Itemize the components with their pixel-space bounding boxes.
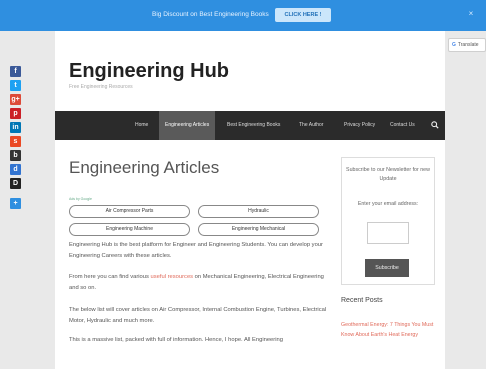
google-plus-icon[interactable]: g+ — [10, 94, 21, 105]
main-nav: Home Engineering Articles Best Engineeri… — [55, 111, 445, 140]
resources-text-start: From here you can find various — [69, 274, 151, 280]
nav-item-contact-us[interactable]: Contact Us — [390, 111, 415, 140]
buffer-icon[interactable]: b — [10, 150, 21, 161]
intro-paragraph: Engineering Hub is the best platform for… — [69, 242, 323, 259]
resources-paragraph: From here you can find various useful re… — [69, 272, 327, 293]
ad-link-air-compressor-parts[interactable]: Air Compressor Parts — [69, 205, 190, 218]
newsletter-title: Subscribe to our Newsletter for new Upda… — [346, 167, 430, 182]
email-field[interactable] — [367, 222, 409, 244]
nav-item-the-author[interactable]: The Author — [299, 111, 323, 140]
promo-text: Big Discount on Best Engineering Books — [152, 11, 269, 18]
site-container: Engineering Hub Free Engineering Resourc… — [55, 31, 445, 369]
massive-list-paragraph: This is a massive list, packed with full… — [69, 337, 283, 343]
more-share-icon[interactable]: + — [10, 198, 21, 209]
site-title[interactable]: Engineering Hub — [69, 60, 229, 83]
site-description: Free Engineering Resources — [69, 84, 133, 90]
useful-resources-link[interactable]: useful resources — [151, 274, 194, 280]
search-icon[interactable] — [431, 121, 439, 129]
ad-link-engineering-mechanical[interactable]: Engineering Mechanical — [198, 223, 319, 236]
newsletter-widget: Subscribe to our Newsletter for new Upda… — [341, 157, 435, 285]
page-title: Engineering Articles — [69, 158, 220, 177]
email-label: Enter your email address: — [357, 201, 419, 207]
promo-button[interactable]: CLICK HERE ! — [275, 8, 331, 22]
recent-posts-list: Geothermal Energy: 7 Things You Must Kno… — [341, 321, 437, 340]
pinterest-icon[interactable]: p — [10, 108, 21, 119]
social-share-bar: f t g+ p in s b d D + — [10, 66, 22, 212]
search-credit: Ads by Google — [69, 197, 92, 201]
ad-link-engineering-machine[interactable]: Engineering Machine — [69, 223, 190, 236]
nav-item-engineering-articles[interactable]: Engineering Articles — [159, 111, 216, 140]
nav-item-home[interactable]: Home — [135, 111, 148, 140]
recent-posts-heading: Recent Posts — [341, 297, 383, 304]
translate-label: Translate — [457, 42, 479, 48]
nav-item-privacy-policy[interactable]: Privacy Policy — [344, 111, 375, 140]
linkedin-icon[interactable]: in — [10, 122, 21, 133]
google-icon: G — [452, 42, 456, 48]
list-intro-paragraph: The below list will cover articles on Ai… — [69, 307, 327, 324]
subscribe-button[interactable]: Subscribe — [365, 259, 409, 277]
recent-post-link[interactable]: Geothermal Energy: 7 Things You Must Kno… — [341, 321, 437, 340]
share-divider — [10, 192, 21, 196]
twitter-icon[interactable]: t — [10, 80, 21, 91]
close-icon[interactable]: × — [466, 9, 476, 19]
delicious-icon[interactable]: d — [10, 164, 21, 175]
stumbleupon-icon[interactable]: s — [10, 136, 21, 147]
translate-button[interactable]: G Translate — [448, 38, 486, 52]
facebook-icon[interactable]: f — [10, 66, 21, 77]
digg-icon[interactable]: D — [10, 178, 21, 189]
ad-link-hydraulic[interactable]: Hydraulic — [198, 205, 319, 218]
promo-bar: Big Discount on Best Engineering Books C… — [0, 0, 486, 31]
nav-item-best-engineering-books[interactable]: Best Engineering Books — [227, 111, 280, 140]
